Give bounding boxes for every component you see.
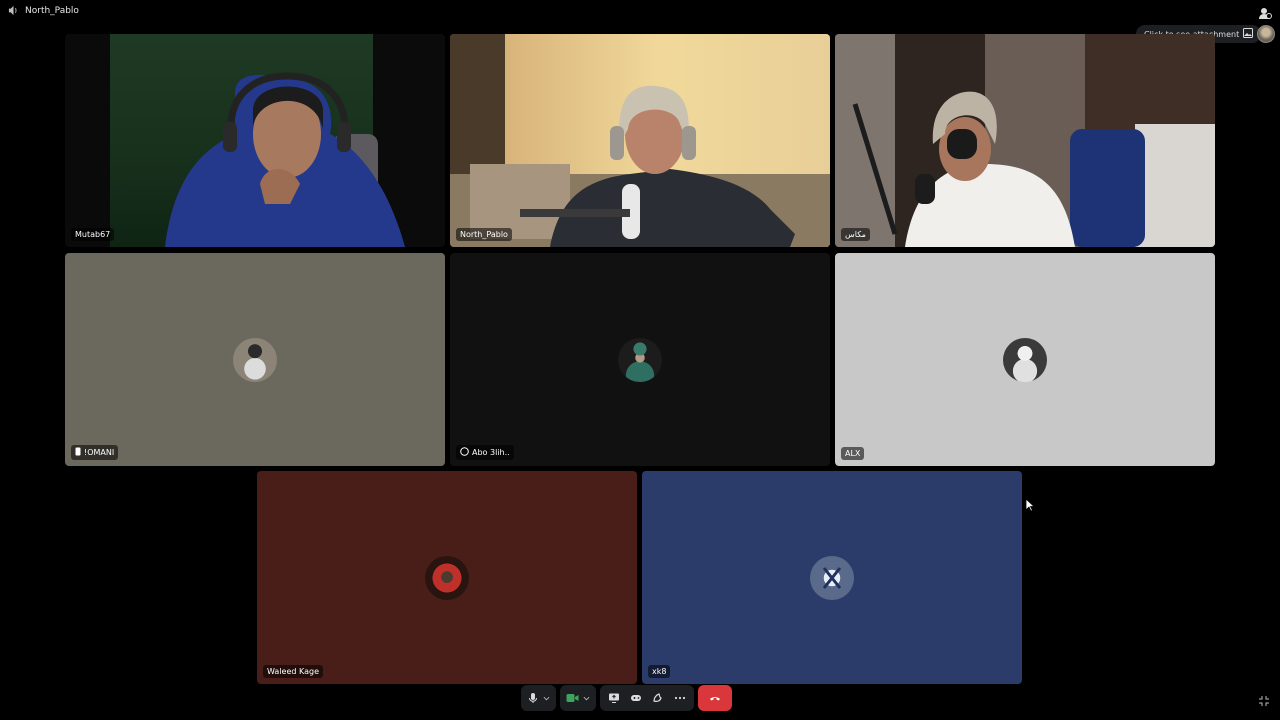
emoji-icon [460, 447, 469, 458]
call-controls [521, 685, 732, 711]
camera-button[interactable] [560, 685, 596, 711]
participant-name: xk8 [648, 665, 671, 678]
avatar-tile[interactable]: Abo 3lih.. [450, 253, 830, 466]
participant-avatar [425, 555, 469, 600]
mouse-cursor-icon [1025, 497, 1036, 516]
participant-avatar [618, 337, 662, 382]
speaker-icon [8, 5, 19, 16]
video-tile[interactable]: مكاس [835, 34, 1215, 247]
participants-icon[interactable] [1258, 5, 1272, 24]
video-feed [450, 34, 830, 247]
video-tile[interactable]: North_Pablo [450, 34, 830, 247]
participant-avatar [233, 337, 277, 382]
avatar-tile[interactable]: Waleed Kage [257, 471, 637, 684]
mobile-icon [75, 447, 81, 458]
fullscreen-exit-icon[interactable] [1258, 692, 1270, 711]
participant-avatar [810, 555, 854, 600]
avatar-tile[interactable]: !OMANI [65, 253, 445, 466]
participant-name: ALX [841, 447, 865, 460]
activities-icon[interactable] [630, 692, 642, 704]
hang-up-icon [709, 692, 721, 704]
more-icon[interactable] [674, 692, 686, 704]
soundboard-icon[interactable] [652, 692, 664, 704]
chevron-down-icon[interactable] [583, 695, 590, 702]
screen-share-icon[interactable] [608, 692, 620, 704]
participant-name: Abo 3lih.. [456, 445, 514, 460]
top-bar: North_Pablo [0, 0, 1280, 24]
channel-name: North_Pablo [25, 5, 79, 16]
self-avatar[interactable] [1257, 25, 1275, 43]
video-feed [65, 34, 445, 247]
microphone-button[interactable] [521, 685, 556, 711]
channel-header: North_Pablo [8, 5, 79, 16]
camera-icon [566, 693, 579, 703]
image-icon [1243, 28, 1254, 40]
participant-name: !OMANI [71, 445, 119, 460]
avatar-tile[interactable]: xk8 [642, 471, 1022, 684]
video-tile[interactable]: Mutab67 [65, 34, 445, 247]
participant-name: Mutab67 [71, 228, 115, 241]
participant-avatar [1003, 337, 1047, 382]
tools-group [600, 685, 694, 711]
video-feed [835, 34, 1215, 247]
disconnect-button[interactable] [698, 685, 732, 711]
microphone-icon [527, 692, 539, 704]
participant-name: مكاس [841, 228, 870, 241]
avatar-tile[interactable]: ALX [835, 253, 1215, 466]
participant-name: Waleed Kage [263, 665, 323, 678]
chevron-down-icon[interactable] [543, 695, 550, 702]
participant-name: North_Pablo [456, 228, 512, 241]
